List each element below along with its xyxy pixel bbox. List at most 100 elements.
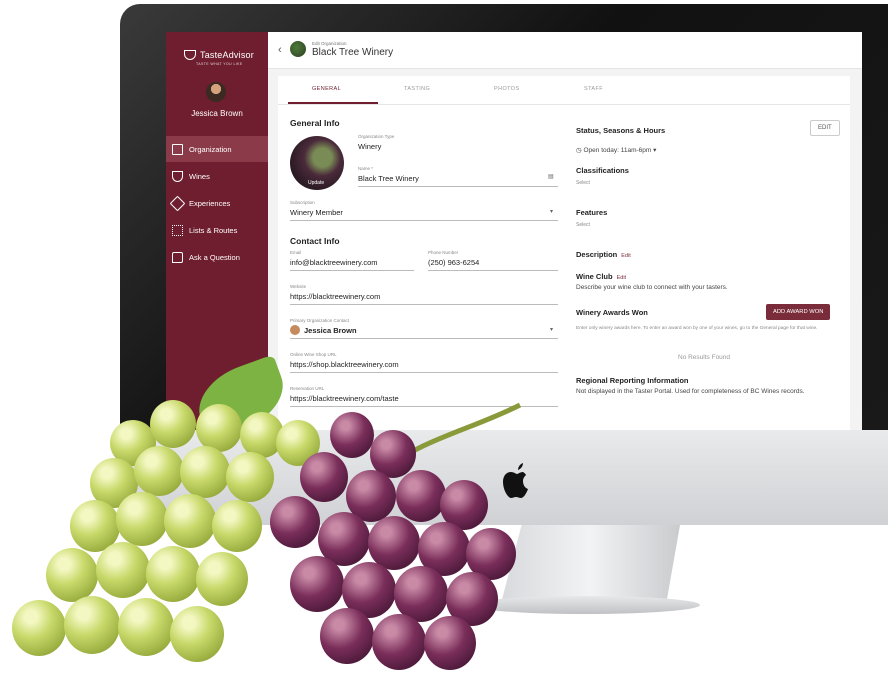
green-grape xyxy=(12,600,66,656)
tab-general[interactable]: GENERAL xyxy=(312,86,341,92)
breadcrumb: Edit Organization xyxy=(312,41,347,46)
green-grape xyxy=(164,494,216,548)
tab-photos[interactable]: PHOTOS xyxy=(494,86,520,92)
primary-contact-underline xyxy=(290,338,558,339)
sidebar-item-lists-routes[interactable]: Lists & Routes xyxy=(166,217,268,243)
chevron-down-icon[interactable]: ▾ xyxy=(550,326,553,333)
green-grape xyxy=(196,552,248,606)
purple-grape xyxy=(300,452,348,502)
purple-grape xyxy=(270,496,320,548)
subscription-label: Subscription xyxy=(290,200,315,205)
features-select[interactable]: Select xyxy=(576,222,590,228)
purple-grape xyxy=(396,470,446,522)
sidebar-item-experiences[interactable]: Experiences xyxy=(166,190,268,216)
no-results-text: No Results Found xyxy=(678,354,731,361)
shop-url-label: Online Wine Shop URL xyxy=(290,352,337,357)
email-field[interactable]: info@blacktreewinery.com xyxy=(290,258,378,267)
green-grape xyxy=(64,596,120,654)
subscription-underline xyxy=(290,220,558,221)
green-grape xyxy=(226,452,274,502)
add-award-button[interactable]: ADD AWARD WON xyxy=(766,304,831,320)
status-hours-heading: Status, Seasons & Hours xyxy=(576,126,666,135)
user-name: Jessica Brown xyxy=(191,109,243,118)
sidebar-nav: Organization Wines Experiences Lists & R… xyxy=(166,136,268,271)
green-grape xyxy=(196,404,242,452)
green-grape xyxy=(150,400,196,448)
regional-text: Not displayed in the Taster Portal. Used… xyxy=(576,388,805,395)
active-tab-indicator xyxy=(288,102,378,104)
website-label: Website xyxy=(290,284,307,289)
reservation-url-label: Reservation URL xyxy=(290,386,325,391)
wine-club-edit-link[interactable]: Edit xyxy=(617,275,626,281)
purple-grape xyxy=(372,614,426,670)
sidebar-item-ask-question[interactable]: Ask a Question xyxy=(166,244,268,270)
contact-info-heading: Contact Info xyxy=(290,236,340,246)
contact-avatar xyxy=(290,325,300,335)
wine-club-heading: Wine Club Edit xyxy=(576,272,626,281)
awards-heading: Winery Awards Won xyxy=(576,308,648,317)
sidebar-item-organization[interactable]: Organization xyxy=(166,136,268,162)
green-grape xyxy=(118,598,174,656)
subscription-select[interactable]: Winery Member xyxy=(290,208,343,217)
tab-staff[interactable]: STAFF xyxy=(584,86,603,92)
name-field[interactable]: Black Tree Winery xyxy=(358,174,419,183)
wine-glass-logo-icon xyxy=(184,50,196,60)
green-grape xyxy=(180,446,230,498)
name-underline xyxy=(358,186,558,187)
classifications-select[interactable]: Select xyxy=(576,180,590,186)
purple-grape xyxy=(290,556,344,612)
website-field[interactable]: https://blacktreewinery.com xyxy=(290,292,380,301)
primary-contact-label: Primary Organization Contact xyxy=(290,318,350,323)
green-grape xyxy=(146,546,200,602)
open-today-text[interactable]: ◷ Open today: 11am-6pm ▾ xyxy=(576,146,656,154)
email-label: Email xyxy=(290,250,302,255)
purple-grape xyxy=(330,412,374,458)
chat-icon xyxy=(172,251,183,263)
general-info-heading: General Info xyxy=(290,118,340,128)
description-heading: Description Edit xyxy=(576,250,631,259)
route-icon xyxy=(172,224,183,236)
sidebar-item-label: Lists & Routes xyxy=(189,225,238,235)
description-title: Description xyxy=(576,250,618,259)
name-label: Name * xyxy=(358,166,374,171)
primary-contact-select[interactable]: Jessica Brown xyxy=(304,326,357,335)
website-underline xyxy=(290,304,558,305)
shop-url-underline xyxy=(290,372,558,373)
sidebar-item-label: Experiences xyxy=(189,198,231,208)
phone-field[interactable]: (250) 963-6254 xyxy=(428,258,479,267)
sidebar-item-wines[interactable]: Wines xyxy=(166,163,268,189)
sidebar-item-label: Organization xyxy=(189,144,232,154)
green-grape xyxy=(134,446,184,496)
update-image-label[interactable]: Update xyxy=(308,180,324,186)
wine-club-title: Wine Club xyxy=(576,272,613,281)
green-grape xyxy=(116,492,168,546)
user-avatar[interactable] xyxy=(206,82,226,102)
wine-club-text: Describe your wine club to connect with … xyxy=(576,284,728,291)
tab-bar: GENERAL TASTING PHOTOS STAFF xyxy=(278,76,850,105)
features-heading: Features xyxy=(576,208,608,217)
edit-organization-card: GENERAL TASTING PHOTOS STAFF General Inf… xyxy=(278,76,850,430)
wine-glass-icon xyxy=(172,170,183,182)
org-avatar xyxy=(290,41,306,57)
chevron-down-icon[interactable]: ▾ xyxy=(550,208,553,215)
tab-tasting[interactable]: TASTING xyxy=(404,86,430,92)
monitor-stand xyxy=(500,525,680,607)
back-arrow-icon[interactable]: ‹ xyxy=(278,44,282,56)
shop-url-field[interactable]: https://shop.blacktreewinery.com xyxy=(290,360,399,369)
open-today-value: Open today: 11am-6pm xyxy=(583,147,652,154)
org-type-value: Winery xyxy=(358,142,382,151)
app-logo[interactable]: TasteAdvisor xyxy=(184,50,254,60)
green-grape xyxy=(212,500,262,552)
purple-grape xyxy=(320,608,374,664)
logo-text: TasteAdvisor xyxy=(200,50,254,60)
regional-heading: Regional Reporting Information xyxy=(576,376,689,385)
edit-status-button[interactable]: EDIT xyxy=(810,120,840,136)
hero-scene: TasteAdvisor TASTE WHAT YOU LIKE Jessica… xyxy=(0,0,888,682)
list-icon[interactable]: ▤ xyxy=(548,173,554,180)
green-grape xyxy=(96,542,150,598)
page-title: Black Tree Winery xyxy=(312,47,394,58)
phone-label: Phone Number xyxy=(428,250,459,255)
ticket-icon xyxy=(169,195,186,211)
description-edit-link[interactable]: Edit xyxy=(621,253,630,259)
building-icon xyxy=(172,143,183,155)
